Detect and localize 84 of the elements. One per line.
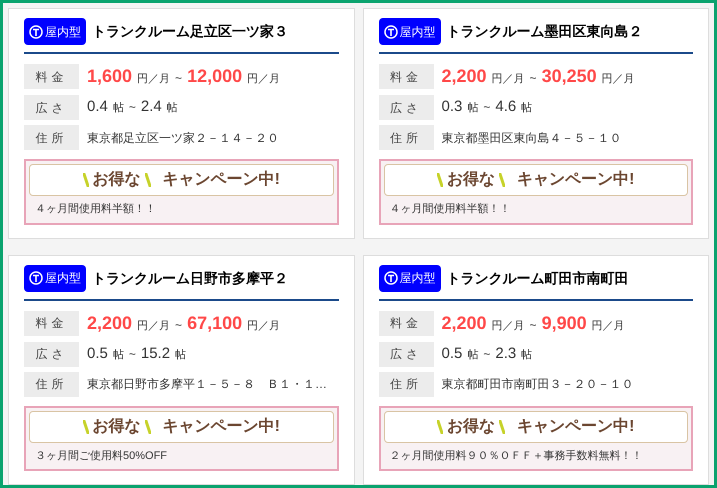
row-label: 住所 — [24, 372, 79, 396]
listing-title[interactable]: トランクルーム日野市多摩平２ — [92, 268, 288, 288]
range-min: 2,200 — [442, 312, 487, 334]
range-min: 0.5 — [87, 344, 108, 364]
range-unit: 帖 — [175, 348, 186, 363]
range-separator: ~ — [175, 316, 182, 334]
row-label: 広さ — [24, 95, 79, 120]
range-unit: 円／月 — [137, 318, 170, 334]
range-separator: ~ — [128, 99, 136, 116]
range-min: 2,200 — [442, 65, 487, 88]
row-label: 料金 — [378, 310, 434, 336]
range-separator: ~ — [530, 70, 537, 87]
slash-icon — [499, 173, 506, 187]
range-max: 2.4 — [140, 97, 162, 118]
banner-text: キャンペーン中! — [517, 416, 634, 436]
row-label: 料金 — [24, 310, 79, 336]
range-max: 67,100 — [187, 312, 242, 334]
range-min: 0.4 — [87, 97, 108, 118]
address-text: 東京都日野市多摩平１－５－８ Ｂ１・１… — [86, 376, 327, 393]
range-unit: 円／月 — [492, 72, 525, 87]
range-max: 9,900 — [542, 312, 587, 334]
range-unit: 円／月 — [137, 72, 170, 87]
badge-text: 屋内型 — [45, 270, 81, 287]
campaign-note: ４ヶ月間使用料半額！！ — [388, 202, 512, 217]
banner-text: キャンペーン中! — [517, 170, 634, 190]
banner-text: お得な — [447, 170, 496, 190]
campaign-note: ２ヶ月間使用料９０％ＯＦＦ＋事務手数料無料！！ — [388, 448, 644, 464]
banner-text: お得な — [92, 170, 141, 190]
range-separator: ~ — [175, 70, 182, 87]
range-unit: 円／月 — [492, 318, 525, 334]
range-unit: 円／月 — [247, 72, 280, 87]
slash-icon — [437, 173, 444, 187]
range-max: 12,000 — [187, 65, 242, 88]
range-unit: 円／月 — [247, 318, 280, 334]
row-label: 住所 — [378, 372, 434, 396]
row-label: 住所 — [24, 125, 79, 150]
range-max: 30,250 — [542, 65, 597, 88]
listing-title[interactable]: トランクルーム墨田区東向島２ — [446, 21, 642, 42]
banner-text: キャンペーン中! — [162, 170, 280, 190]
range-min: 1,600 — [87, 65, 132, 88]
range-separator: ~ — [483, 99, 490, 116]
slash-icon — [437, 420, 444, 434]
range-min: 2,200 — [87, 312, 132, 334]
campaign-note: ３ヶ月間ご使用料50%OFF — [34, 448, 168, 464]
row-label: 広さ — [378, 342, 434, 366]
badge-text: 屋内型 — [400, 24, 436, 40]
range-max: 2.3 — [495, 344, 516, 364]
range-unit: 円／月 — [592, 318, 625, 334]
address-text: 東京都町田市南町田３－２０－１０ — [440, 376, 634, 393]
range-separator: ~ — [483, 346, 490, 363]
range-min: 0.3 — [442, 97, 462, 118]
range-min: 0.5 — [442, 344, 462, 364]
slash-icon — [144, 420, 151, 434]
row-label: 住所 — [378, 125, 434, 150]
range-unit: 帖 — [521, 101, 532, 116]
range-separator: ~ — [530, 316, 537, 334]
banner-text: お得な — [447, 416, 496, 436]
address-text: 東京都墨田区東向島４－５－１０ — [440, 130, 622, 146]
range-max: 15.2 — [140, 344, 170, 364]
banner-text: キャンペーン中! — [162, 416, 280, 436]
row-label: 料金 — [24, 64, 79, 89]
slash-icon — [499, 420, 506, 434]
banner-text: お得な — [92, 416, 141, 436]
range-unit: 帖 — [521, 348, 532, 363]
row-label: 広さ — [24, 342, 79, 366]
range-separator: ~ — [128, 346, 136, 363]
listing-title[interactable]: トランクルーム町田市南町田 — [446, 268, 628, 288]
badge-text: 屋内型 — [400, 270, 436, 287]
range-unit: 帖 — [112, 348, 124, 363]
row-label: 広さ — [378, 95, 434, 120]
listing-title[interactable]: トランクルーム足立区一ツ家３ — [92, 21, 288, 42]
range-unit: 帖 — [112, 101, 124, 116]
range-unit: 円／月 — [602, 72, 635, 87]
range-max: 4.6 — [495, 97, 516, 118]
range-unit: 帖 — [166, 101, 178, 116]
range-unit: 帖 — [467, 348, 478, 363]
address-text: 東京都足立区一ツ家２－１４－２０ — [86, 130, 279, 146]
row-label: 料金 — [378, 64, 434, 89]
range-unit: 帖 — [467, 101, 478, 116]
slash-icon — [82, 173, 89, 187]
slash-icon — [82, 420, 89, 434]
badge-text: 屋内型 — [45, 24, 81, 40]
campaign-note: ４ヶ月間使用料半額！！ — [34, 202, 157, 217]
slash-icon — [144, 173, 151, 187]
